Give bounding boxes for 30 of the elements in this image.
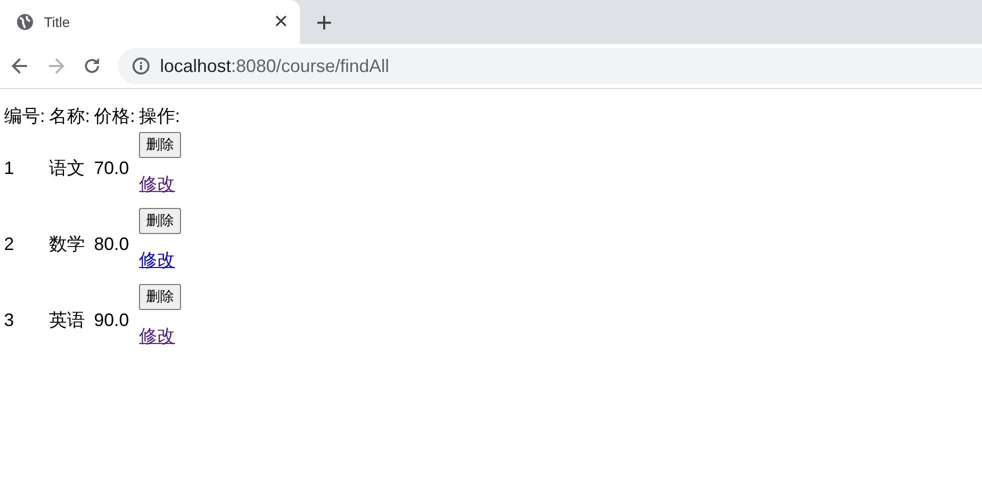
url-host: localhost [160,56,232,76]
table-cell-text: 语文 [48,157,86,180]
tab-title: Title [44,14,71,30]
new-tab-button[interactable]: + [316,9,332,37]
table-cell-text: 2 [3,232,16,256]
reload-icon[interactable] [82,56,102,76]
table-cell-text: 1 [3,156,16,180]
column-header: 编号: [3,105,46,128]
browser-tab[interactable]: Title × [0,0,300,44]
table-cell-text: 英语 [48,309,86,332]
edit-link[interactable]: 修改 [139,172,176,196]
edit-link[interactable]: 修改 [139,248,176,272]
column-header: 名称: [48,105,92,128]
delete-button[interactable]: 删除 [139,284,182,310]
table-cell-text: 70.0 [93,156,130,180]
back-icon[interactable] [10,56,30,76]
close-button[interactable]: × [274,10,288,34]
globe-icon [16,13,34,31]
table-cell-text: 90.0 [93,308,130,332]
url-path: :8080/course/findAll [231,56,390,76]
table-cell-text: 3 [3,308,16,332]
column-header: 操作: [138,105,182,128]
address-bar[interactable]: localhost:8080/course/findAll [118,48,982,84]
delete-button[interactable]: 删除 [139,208,182,234]
table-cell-text: 数学 [48,233,86,256]
delete-button[interactable]: 删除 [139,132,182,158]
edit-link[interactable]: 修改 [139,324,176,348]
table-cell-text: 80.0 [93,232,130,256]
column-header: 价格: [93,105,136,128]
info-icon [132,57,150,75]
